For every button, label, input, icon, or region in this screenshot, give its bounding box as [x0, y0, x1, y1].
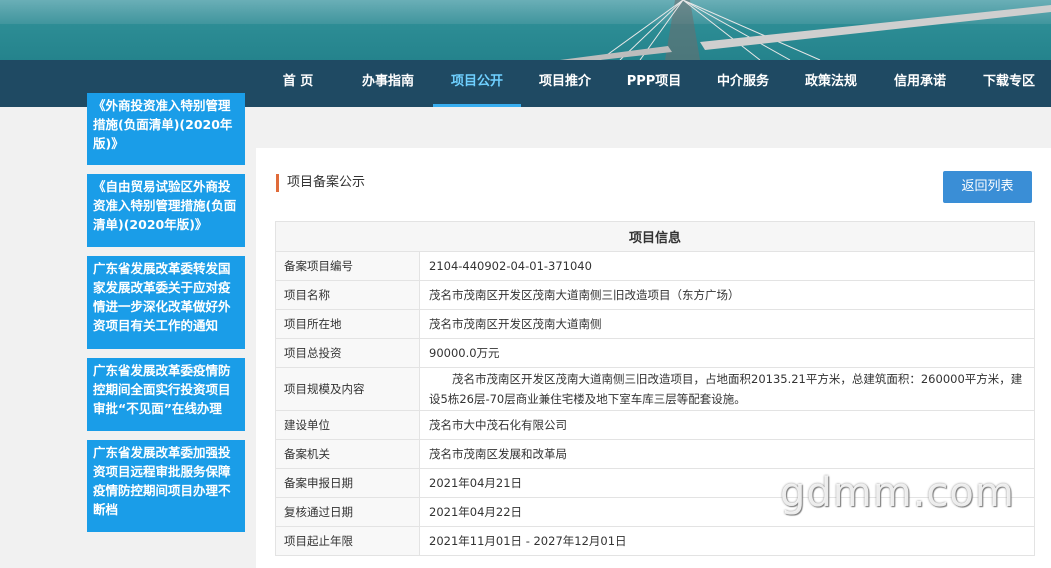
sidebar-link-ftz-negative-list[interactable]: 《自由贸易试验区外商投资准入特别管理措施(负面清单)(2020年版)》	[87, 174, 245, 247]
row-value: 2104-440902-04-01-371040	[419, 251, 1035, 281]
nav-item-home[interactable]: 首 页	[268, 60, 328, 107]
row-label: 备案申报日期	[275, 468, 420, 498]
nav-item-ppp[interactable]: PPP项目	[616, 60, 692, 107]
row-label: 项目规模及内容	[275, 367, 420, 411]
table-row: 建设单位 茂名市大中茂石化有限公司	[275, 410, 1035, 440]
row-value: 茂名市茂南区开发区茂南大道南侧	[419, 309, 1035, 339]
table-row: 备案项目编号 2104-440902-04-01-371040	[275, 251, 1035, 281]
row-label: 建设单位	[275, 410, 420, 440]
nav-item-downloads[interactable]: 下载专区	[971, 60, 1047, 107]
nav-item-projects[interactable]: 项目公开	[433, 60, 521, 107]
section-title: 项目备案公示	[276, 174, 365, 192]
bridge-illustration	[0, 0, 1051, 60]
nav-item-credit[interactable]: 信用承诺	[882, 60, 958, 107]
row-value: 茂名市大中茂石化有限公司	[419, 410, 1035, 440]
sidebar-link-negative-list-2020[interactable]: 《外商投资准入特别管理措施(负面清单)(2020年版)》	[87, 93, 245, 165]
row-label: 备案项目编号	[275, 251, 420, 281]
nav-item-guide[interactable]: 办事指南	[350, 60, 426, 107]
row-value: 茂名市茂南区开发区茂南大道南侧三旧改造项目，占地面积20135.21平方米，总建…	[419, 367, 1035, 411]
row-label: 复核通过日期	[275, 497, 420, 527]
nav-item-policy[interactable]: 政策法规	[793, 60, 869, 107]
table-row: 项目总投资 90000.0万元	[275, 338, 1035, 368]
project-scope-text: 茂名市茂南区开发区茂南大道南侧三旧改造项目，占地面积20135.21平方米，总建…	[429, 372, 1023, 406]
row-value: 90000.0万元	[419, 338, 1035, 368]
row-value: 茂名市茂南区开发区茂南大道南侧三旧改造项目（东方广场）	[419, 280, 1035, 310]
header-banner	[0, 0, 1051, 60]
row-label: 备案机关	[275, 439, 420, 469]
row-value: 2021年11月01日 - 2027年12月01日	[419, 526, 1035, 556]
table-row: 项目规模及内容 茂名市茂南区开发区茂南大道南侧三旧改造项目，占地面积20135.…	[275, 367, 1035, 411]
nav-item-promotion[interactable]: 项目推介	[527, 60, 603, 107]
table-row: 备案机关 茂名市茂南区发展和改革局	[275, 439, 1035, 469]
row-label: 项目起止年限	[275, 526, 420, 556]
row-label: 项目总投资	[275, 338, 420, 368]
sidebar-link-epidemic-foreign-investment[interactable]: 广东省发展改革委转发国家发展改革委关于应对疫情进一步深化改革做好外资项目有关工作…	[87, 256, 245, 349]
row-label: 项目名称	[275, 280, 420, 310]
table-row: 项目名称 茂名市茂南区开发区茂南大道南侧三旧改造项目（东方广场）	[275, 280, 1035, 310]
site-watermark: gdmm.com	[780, 470, 1015, 516]
sidebar-link-online-approval[interactable]: 广东省发展改革委疫情防控期间全面实行投资项目审批“不见面”在线办理	[87, 358, 245, 431]
table-row: 项目所在地 茂名市茂南区开发区茂南大道南侧	[275, 309, 1035, 339]
table-row: 项目起止年限 2021年11月01日 - 2027年12月01日	[275, 526, 1035, 556]
back-to-list-button[interactable]: 返回列表	[943, 171, 1032, 203]
table-header: 项目信息	[275, 221, 1035, 252]
nav-item-agency[interactable]: 中介服务	[705, 60, 781, 107]
sidebar-link-remote-approval[interactable]: 广东省发展改革委加强投资项目远程审批服务保障疫情防控期间项目办理不断档	[87, 440, 245, 532]
row-label: 项目所在地	[275, 309, 420, 339]
row-value: 茂名市茂南区发展和改革局	[419, 439, 1035, 469]
